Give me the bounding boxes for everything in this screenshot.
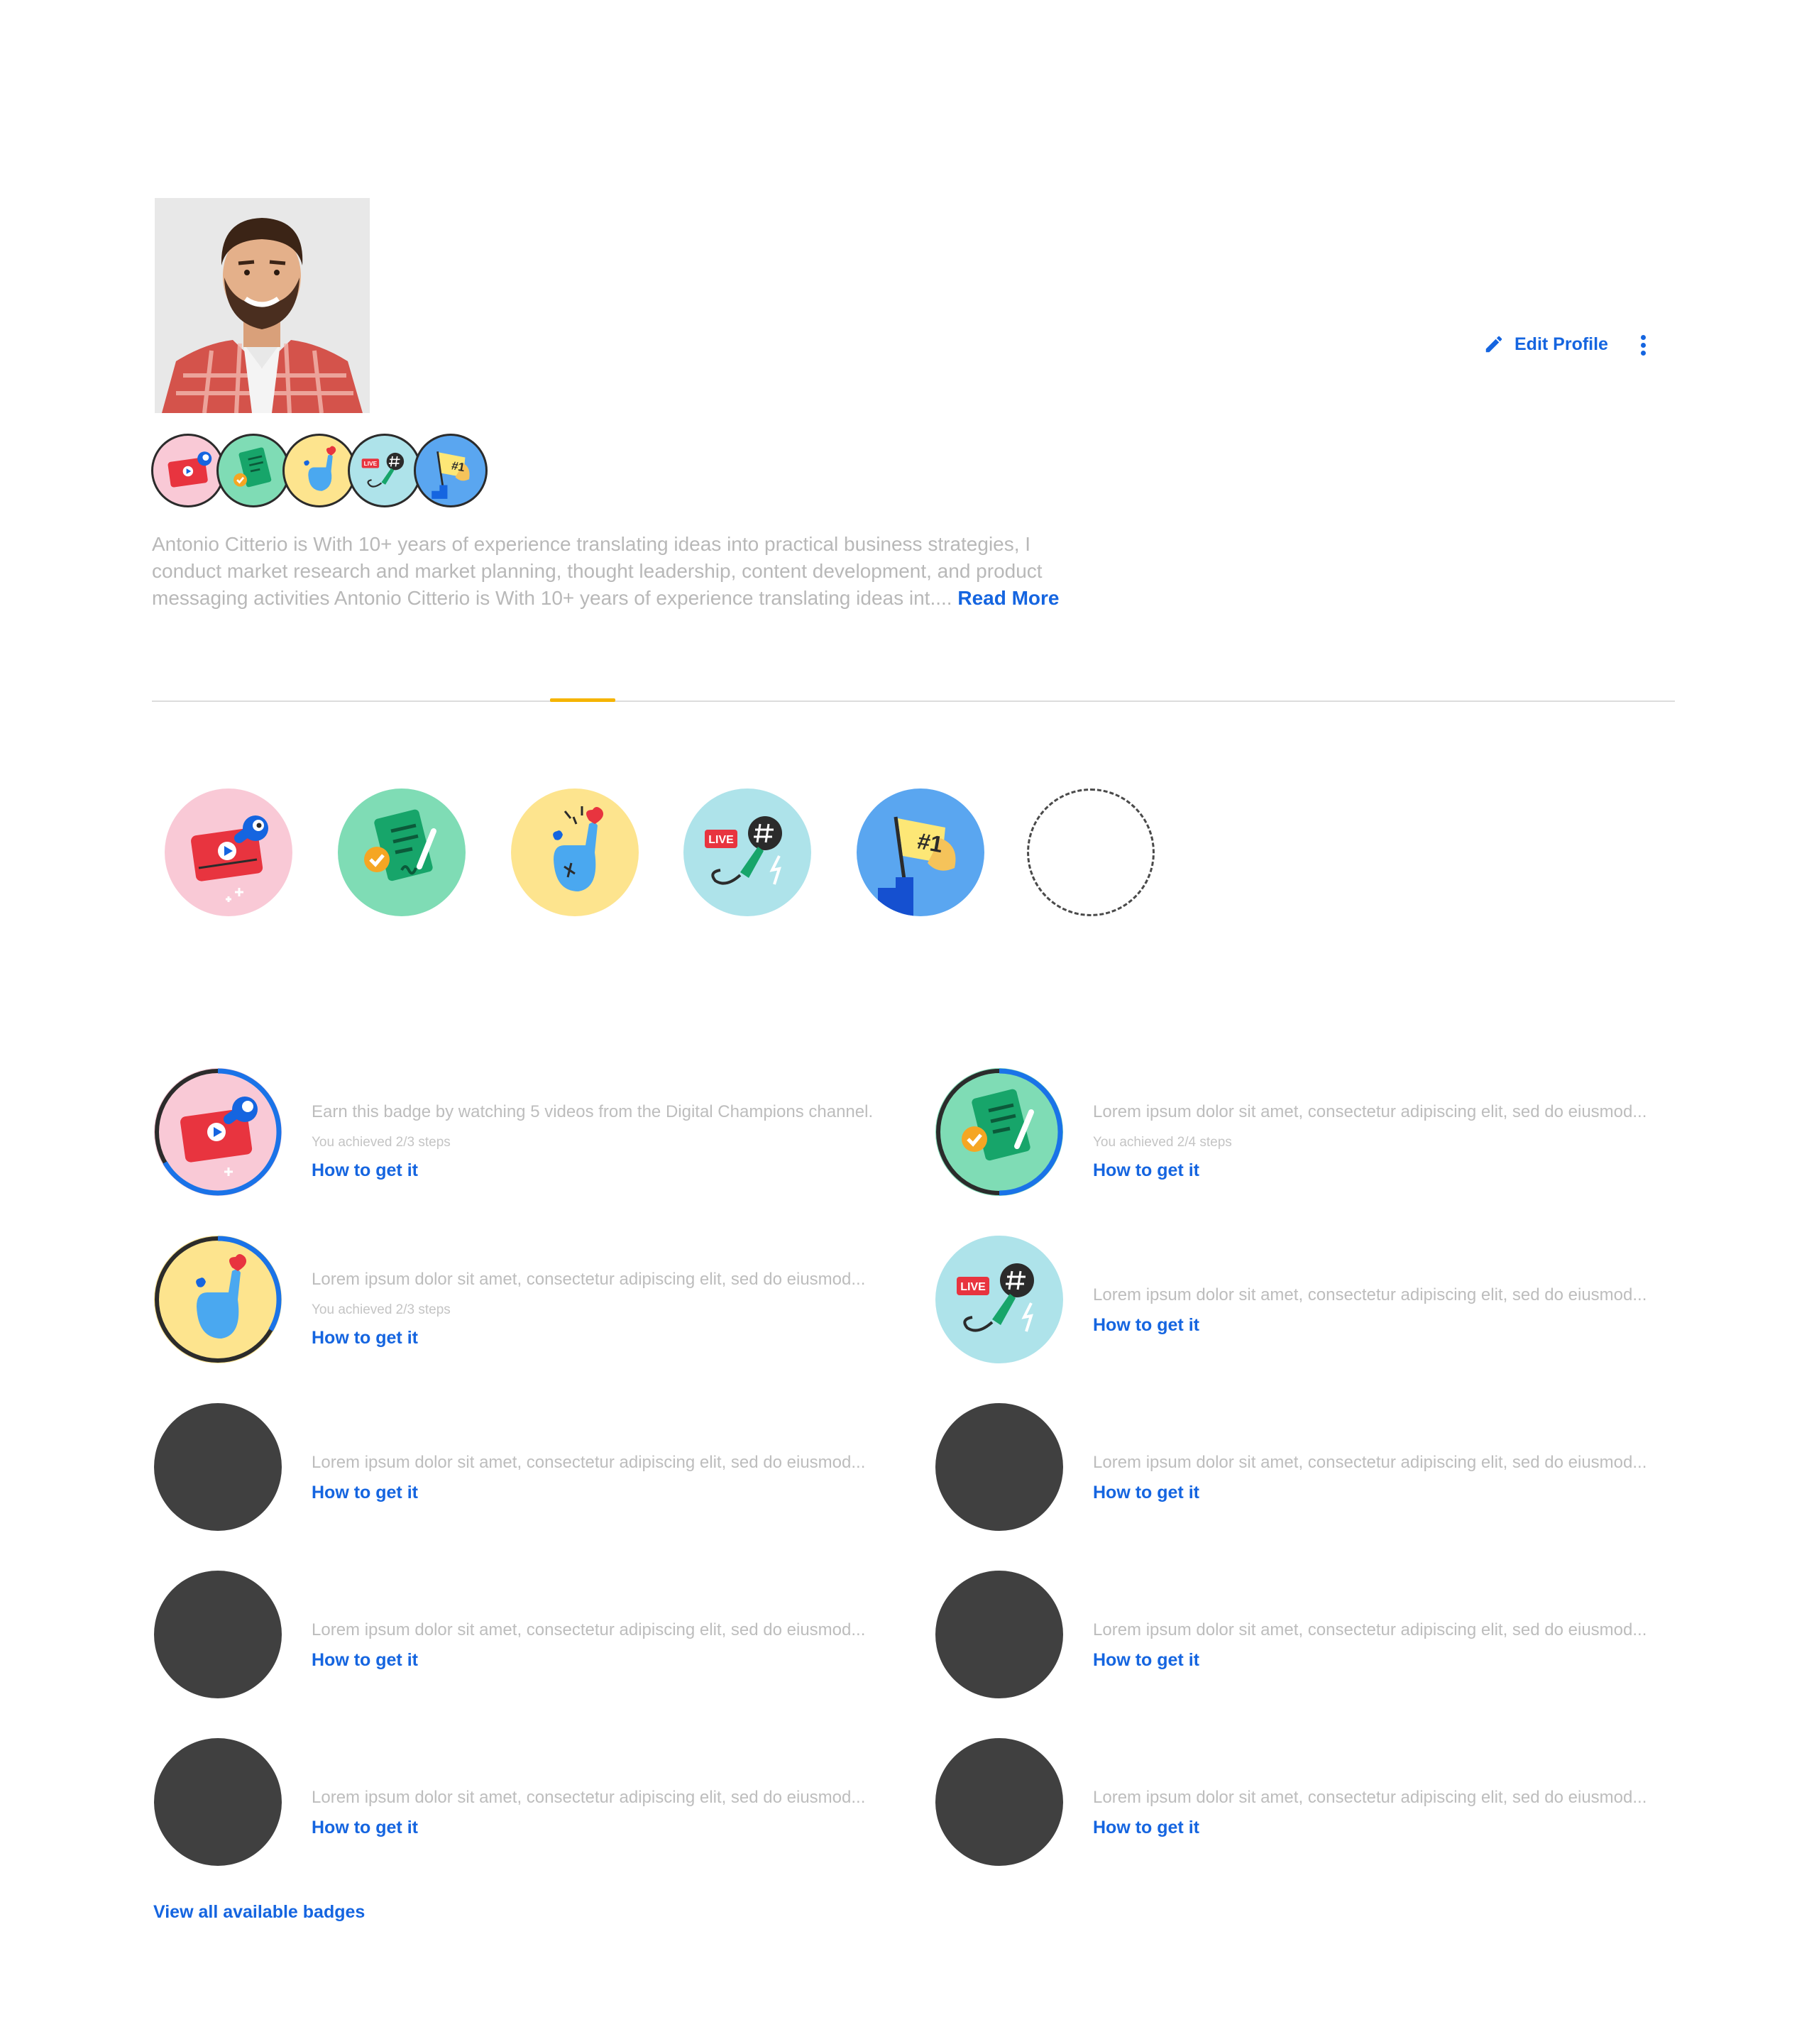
profile-avatar (155, 198, 370, 413)
how-to-get-it-link[interactable]: How to get it (312, 1328, 894, 1348)
badge-progress-text: You achieved 2/3 steps (312, 1302, 451, 1317)
bio-text: Antonio Citterio is With 10+ years of ex… (152, 533, 1043, 609)
locked-badge-icon (154, 1738, 282, 1866)
view-all-badges-link[interactable]: View all available badges (153, 1902, 365, 1923)
pencil-icon (1485, 336, 1502, 353)
svg-text:#1: #1 (451, 458, 466, 474)
featured-live-mic-badge-icon[interactable]: LIVE (683, 789, 811, 916)
badge-description: Earn this badge by watching 5 videos fro… (312, 1102, 874, 1121)
badge-list-item[interactable]: Lorem ipsum dolor sit amet, consectetur … (154, 1236, 920, 1363)
badge-description: Lorem ipsum dolor sit amet, consectetur … (312, 1788, 866, 1807)
badge-list-item[interactable]: Lorem ipsum dolor sit amet, consectetur … (935, 1068, 1702, 1196)
badge-list-item[interactable]: Lorem ipsum dolor sit amet, consectetur … (935, 1403, 1702, 1531)
badge-list-item[interactable]: Lorem ipsum dolor sit amet, consectetur … (154, 1571, 920, 1698)
live-mic-badge-icon: LIVE (935, 1236, 1063, 1363)
how-to-get-it-link[interactable]: How to get it (312, 1483, 894, 1503)
document-badge-icon (935, 1068, 1063, 1196)
empty-badge-slot (1027, 789, 1155, 916)
featured-document-badge-icon[interactable] (338, 789, 466, 916)
read-more-link[interactable]: Read More (957, 587, 1059, 609)
active-tab-indicator[interactable] (550, 698, 615, 702)
how-to-get-it-link[interactable]: How to get it (1093, 1818, 1675, 1838)
featured-hand-heart-badge-icon[interactable] (511, 789, 639, 916)
svg-text:#1: #1 (916, 828, 945, 857)
badge-list-item[interactable]: Lorem ipsum dolor sit amet, consectetur … (935, 1571, 1702, 1698)
locked-badge-icon (935, 1403, 1063, 1531)
video-badge-icon (154, 1068, 282, 1196)
mini-hand-heart-badge-icon[interactable] (282, 434, 356, 507)
badge-description: Lorem ipsum dolor sit amet, consectetur … (1093, 1285, 1647, 1304)
how-to-get-it-link[interactable]: How to get it (1093, 1483, 1675, 1503)
locked-badge-icon (154, 1403, 282, 1531)
mini-live-mic-badge-icon[interactable]: LIVE (348, 434, 422, 507)
how-to-get-it-link[interactable]: How to get it (1093, 1160, 1675, 1181)
more-options-icon[interactable] (1631, 331, 1656, 359)
badge-list-item[interactable]: Lorem ipsum dolor sit amet, consectetur … (154, 1738, 920, 1866)
badge-description: Lorem ipsum dolor sit amet, consectetur … (1093, 1102, 1647, 1121)
badge-list-item[interactable]: Lorem ipsum dolor sit amet, consectetur … (154, 1403, 920, 1531)
mini-flag-number-one-badge-icon[interactable]: #1 (414, 434, 488, 507)
badge-list-item[interactable]: Earn this badge by watching 5 videos fro… (154, 1068, 920, 1196)
badge-description: Lorem ipsum dolor sit amet, consectetur … (312, 1620, 866, 1639)
svg-text:LIVE: LIVE (708, 834, 734, 846)
featured-flag-number-one-badge-icon[interactable]: #1 (857, 789, 984, 916)
mini-video-badge-icon[interactable] (151, 434, 225, 507)
badge-progress-text: You achieved 2/3 steps (312, 1135, 451, 1150)
edit-profile-label: Edit Profile (1515, 334, 1608, 354)
badge-progress-text: You achieved 2/4 steps (1093, 1135, 1232, 1150)
svg-text:LIVE: LIVE (364, 460, 378, 467)
hand-heart-badge-icon (154, 1236, 282, 1363)
how-to-get-it-link[interactable]: How to get it (1093, 1650, 1675, 1671)
badge-description: Lorem ipsum dolor sit amet, consectetur … (312, 1453, 866, 1472)
tabs-divider (152, 700, 1675, 702)
how-to-get-it-link[interactable]: How to get it (1093, 1315, 1675, 1336)
mini-document-badge-icon[interactable] (216, 434, 290, 507)
edit-profile-button[interactable]: Edit Profile (1483, 330, 1608, 358)
badge-description: Lorem ipsum dolor sit amet, consectetur … (1093, 1788, 1647, 1807)
profile-bio: Antonio Citterio is With 10+ years of ex… (152, 531, 1103, 612)
badge-description: Lorem ipsum dolor sit amet, consectetur … (1093, 1620, 1647, 1639)
locked-badge-icon (154, 1571, 282, 1698)
badge-list-item[interactable]: LIVE Lorem ipsum dolor sit amet, consect… (935, 1236, 1702, 1363)
badge-description: Lorem ipsum dolor sit amet, consectetur … (312, 1270, 866, 1289)
how-to-get-it-link[interactable]: How to get it (312, 1650, 894, 1671)
badge-description: Lorem ipsum dolor sit amet, consectetur … (1093, 1453, 1647, 1472)
locked-badge-icon (935, 1738, 1063, 1866)
badge-list-item[interactable]: Lorem ipsum dolor sit amet, consectetur … (935, 1738, 1702, 1866)
how-to-get-it-link[interactable]: How to get it (312, 1160, 894, 1181)
how-to-get-it-link[interactable]: How to get it (312, 1818, 894, 1838)
locked-badge-icon (935, 1571, 1063, 1698)
svg-text:LIVE: LIVE (960, 1281, 986, 1293)
featured-video-badge-icon[interactable] (165, 789, 292, 916)
